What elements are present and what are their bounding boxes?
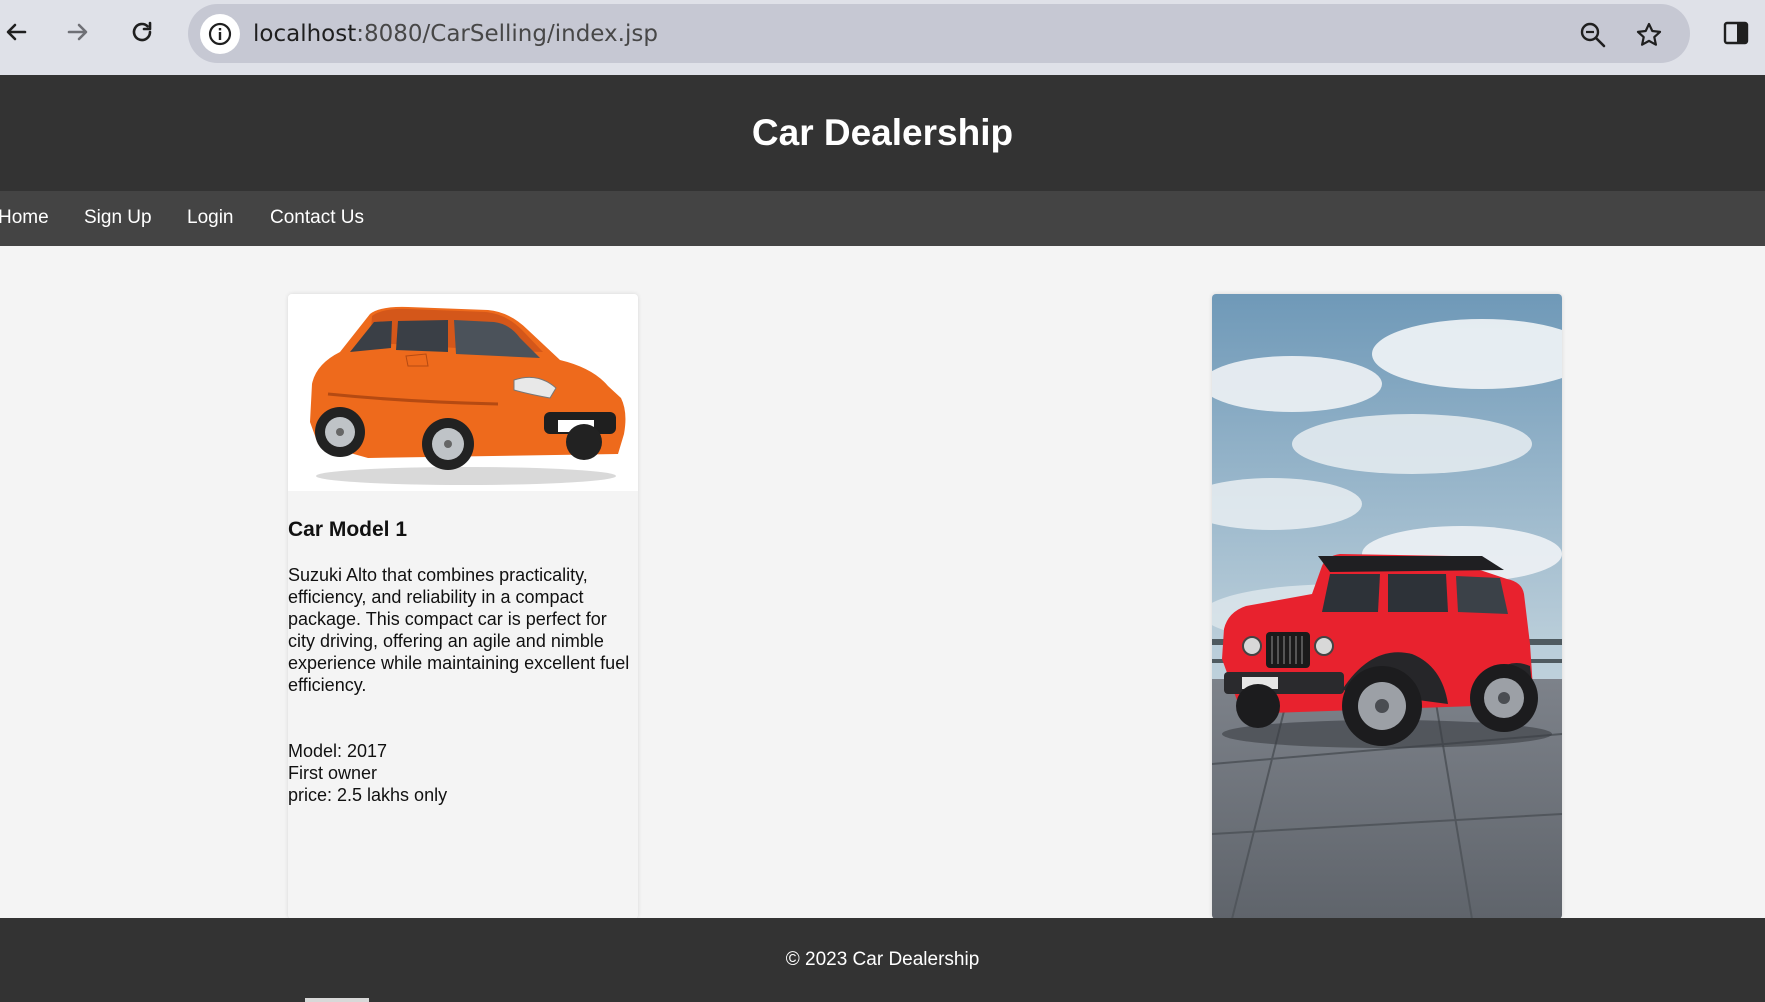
address-bar[interactable]: localhost:8080/CarSelling/index.jsp: [188, 4, 1690, 63]
car-title: Car Model 1: [288, 518, 408, 541]
site-footer: © 2023 Car Dealership: [0, 918, 1765, 1002]
red-suv-car: [1212, 294, 1562, 919]
nav-link-sign-up[interactable]: Sign Up: [84, 207, 152, 229]
car-details: Model: 2017 First owner price: 2.5 lakhs…: [288, 740, 447, 806]
car-model-year: Model: 2017: [288, 741, 388, 761]
star-icon[interactable]: [1632, 18, 1666, 52]
car-description: Suzuki Alto that combines practicality, …: [288, 565, 630, 695]
browser-toolbar: localhost:8080/CarSelling/index.jsp: [0, 0, 1765, 75]
url-text[interactable]: localhost:8080/CarSelling/index.jsp: [253, 21, 658, 47]
footer-copyright: © 2023 Car Dealership: [785, 949, 980, 970]
car-price: price: 2.5 lakhs only: [288, 785, 448, 805]
nav-link-contact-us[interactable]: Contact Us: [270, 207, 364, 229]
main-nav: Home Sign Up Login Contact Us: [0, 191, 1765, 246]
car-image: [288, 294, 638, 491]
nav-link-home[interactable]: Home: [0, 207, 49, 229]
forward-arrow-icon[interactable]: [60, 14, 96, 50]
site-header: Car Dealership: [0, 75, 1765, 191]
car-card: Car Model 1 Suzuki Alto that combines pr…: [288, 294, 638, 919]
info-icon[interactable]: [200, 14, 240, 54]
reload-icon[interactable]: [124, 14, 160, 50]
back-arrow-icon[interactable]: [0, 14, 34, 50]
orange-hatchback-car: [310, 306, 626, 485]
car-card: [1212, 294, 1562, 919]
car-owner-info: First owner: [288, 763, 378, 783]
zoom-icon[interactable]: [1576, 18, 1610, 52]
site-title: Car Dealership: [751, 112, 1014, 153]
scroll-indicator: [305, 998, 369, 1002]
side-panel-icon[interactable]: [1719, 16, 1753, 50]
nav-link-login[interactable]: Login: [187, 207, 234, 229]
